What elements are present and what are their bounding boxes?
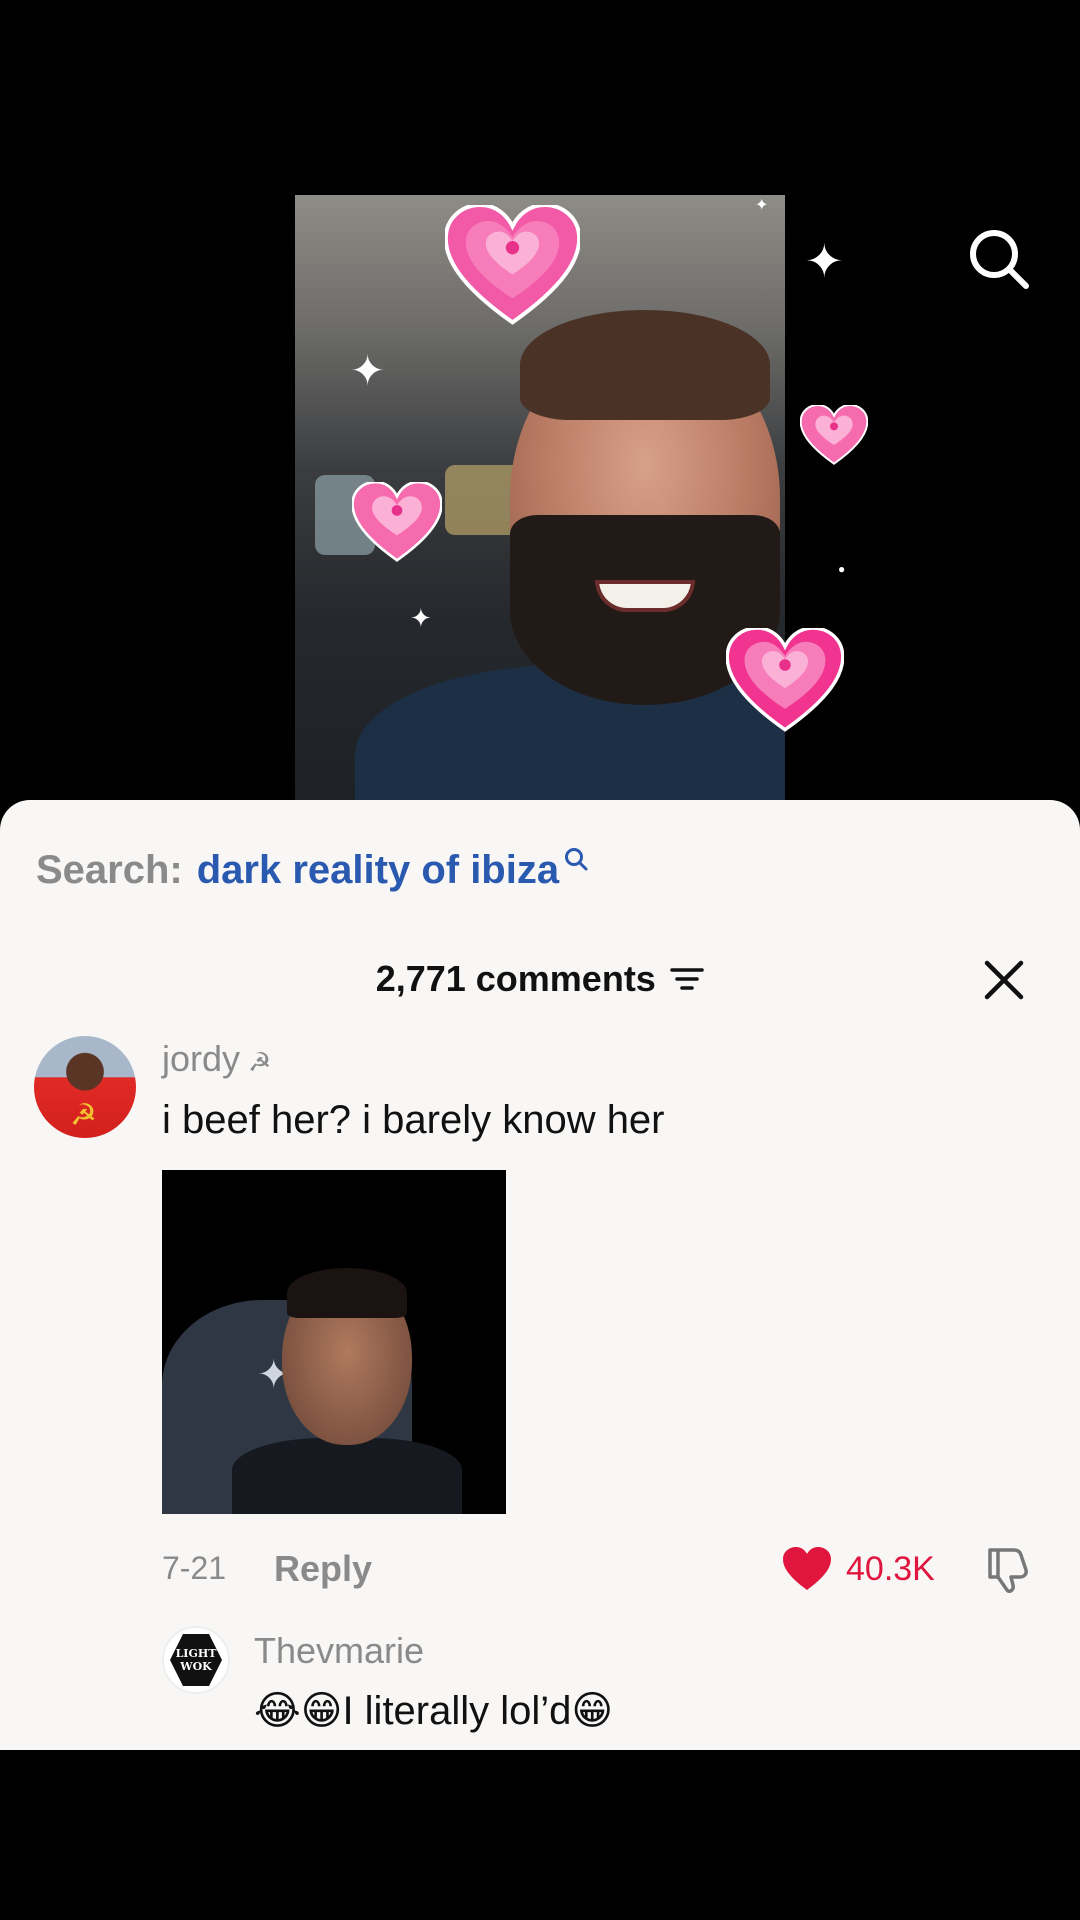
bottom-black-bar bbox=[0, 1750, 1080, 1920]
comment-text: 😂😁I literally lol’d😁 bbox=[254, 1689, 614, 1733]
thumbs-down-icon[interactable] bbox=[984, 1544, 1034, 1594]
sparkle-icon: ✦ bbox=[805, 235, 844, 287]
person-hair bbox=[520, 310, 770, 420]
comments-count: 2,771 comments bbox=[375, 958, 656, 999]
search-icon[interactable] bbox=[968, 228, 1030, 290]
comment-username[interactable]: jordy ☭ bbox=[162, 1038, 271, 1080]
sparkle-icon: ✦ bbox=[410, 603, 432, 633]
like-count: 40.3K bbox=[846, 1549, 935, 1588]
search-prefix: Search: bbox=[36, 848, 183, 892]
heart-sticker-icon bbox=[445, 205, 580, 325]
avatar-logo: LIGHT WOK bbox=[170, 1634, 222, 1686]
comment-text: i beef her? i barely know her bbox=[162, 1098, 665, 1142]
heart-icon[interactable] bbox=[782, 1546, 832, 1592]
comment-username[interactable]: Thevmarie bbox=[254, 1630, 424, 1672]
heart-sticker-icon bbox=[726, 628, 844, 732]
comment-actions: 7-21 Reply 40.3K bbox=[162, 1544, 1042, 1594]
avatar[interactable]: LIGHT WOK bbox=[162, 1626, 230, 1694]
sparkle-icon: ✦ bbox=[350, 347, 386, 394]
heart-sticker-icon bbox=[800, 405, 868, 465]
heart-sticker-icon bbox=[352, 482, 442, 562]
comment-gif-image[interactable]: ✦ bbox=[162, 1170, 506, 1514]
sparkle-icon: ✦ bbox=[755, 197, 769, 214]
comment-date: 7-21 bbox=[162, 1550, 227, 1586]
user-flag-icon: ☭ bbox=[248, 1047, 272, 1077]
like-button[interactable]: 40.3K bbox=[782, 1544, 935, 1594]
username-text[interactable]: jordy bbox=[162, 1038, 240, 1079]
person-hair bbox=[287, 1268, 407, 1318]
filter-icon[interactable] bbox=[670, 966, 705, 992]
comments-header: 2,771 comments bbox=[0, 958, 1080, 1018]
reply-button[interactable]: Reply bbox=[274, 1548, 372, 1590]
person-body bbox=[232, 1438, 462, 1514]
video-player[interactable]: ✦ ✦ ✦ ✦ ● bbox=[0, 0, 1080, 800]
close-icon[interactable] bbox=[982, 958, 1026, 1002]
search-term-link[interactable]: dark reality of ibiza bbox=[197, 848, 559, 893]
search-icon bbox=[565, 848, 588, 871]
avatar[interactable]: ☭ bbox=[34, 1036, 136, 1138]
sparkle-icon: ● bbox=[838, 562, 846, 576]
comments-sheet: Search: dark reality of ibiza 2,771 comm… bbox=[0, 800, 1080, 1750]
avatar-hammer-sickle-icon: ☭ bbox=[70, 1099, 97, 1132]
search-suggestion[interactable]: Search: dark reality of ibiza bbox=[36, 848, 589, 893]
